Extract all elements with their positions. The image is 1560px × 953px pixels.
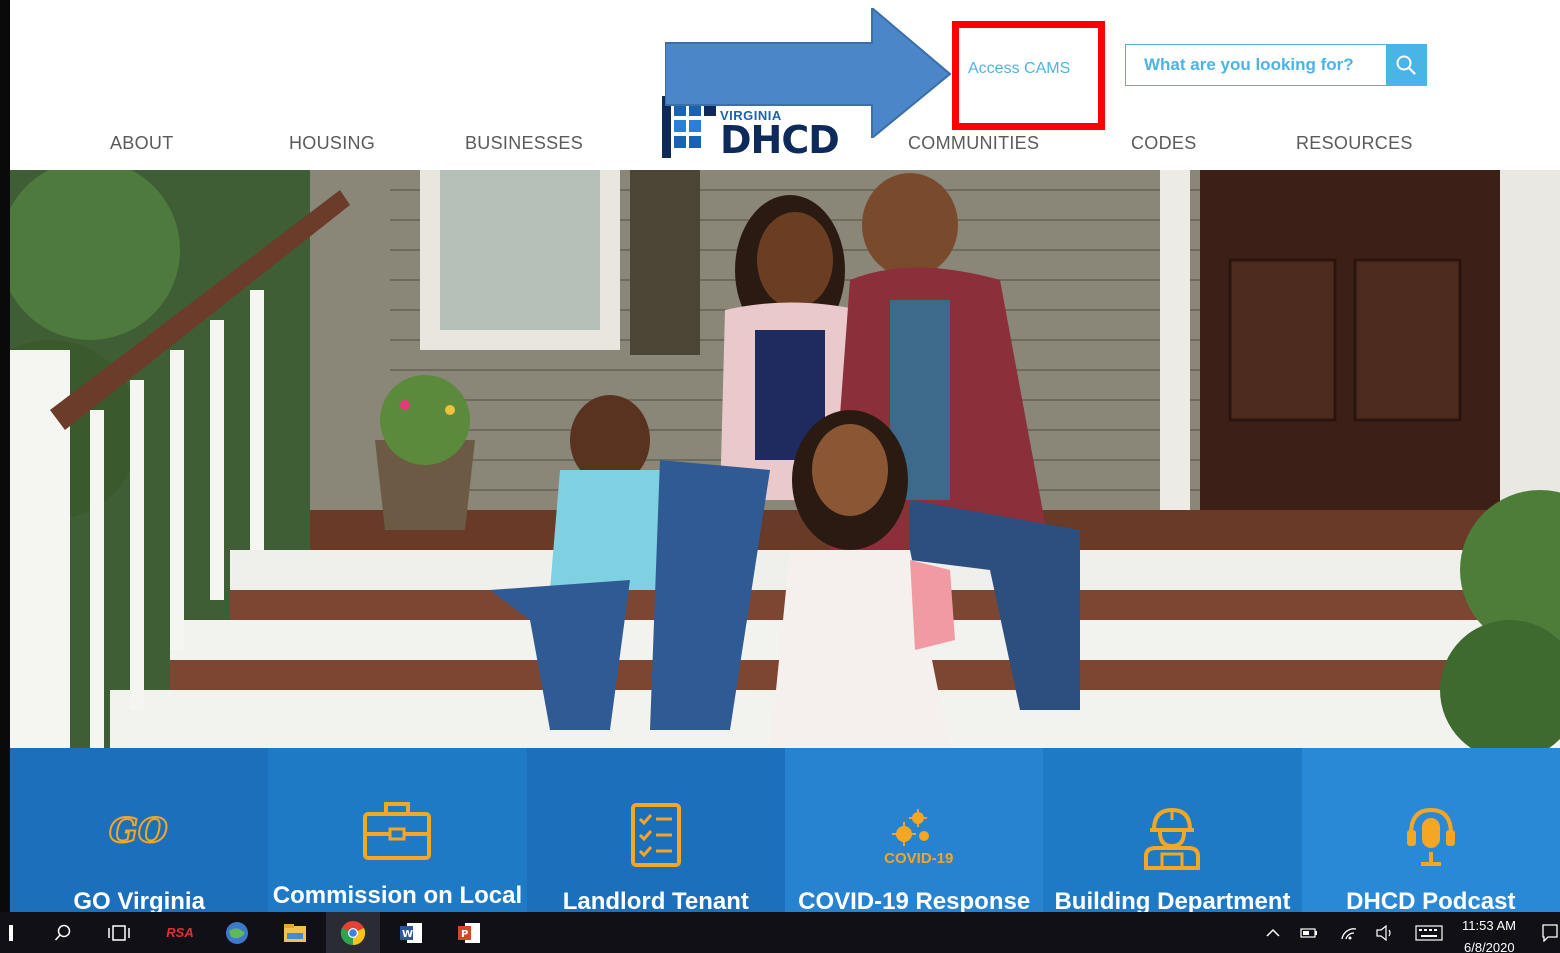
battery-icon[interactable] [1298, 912, 1320, 953]
tile-commission-on-local[interactable]: Commission on Local [268, 748, 527, 912]
search-icon[interactable] [48, 912, 78, 953]
tile-label: DHCD Podcast [1346, 888, 1516, 912]
network-app-icon[interactable] [222, 912, 252, 953]
tile-label: Commission on Local [272, 882, 523, 909]
svg-text:W: W [402, 929, 413, 940]
tile-label: Landlord Tenant [562, 888, 749, 912]
rsa-label: RSA [166, 925, 194, 940]
keyboard-icon[interactable] [1412, 912, 1446, 953]
tile-go-virginia[interactable]: GO GO Virginia [10, 748, 269, 912]
tile-covid-19-response[interactable]: COVID-19 COVID-19 Response [784, 748, 1044, 912]
word-icon[interactable]: W [396, 912, 426, 953]
tile-label: COVID-19 Response [798, 888, 1031, 912]
clock-date[interactable]: 6/8/2020 [1464, 940, 1515, 953]
show-hidden-icons-chevron-icon[interactable] [1262, 912, 1284, 953]
file-explorer-icon[interactable] [280, 912, 310, 953]
hero-illustration [10, 170, 1560, 750]
covid-icon-text: COVID-19 [884, 850, 954, 867]
tile-landlord-tenant[interactable]: Landlord Tenant [526, 748, 785, 912]
powerpoint-icon[interactable]: P [454, 912, 484, 953]
windows-taskbar: RSA W P 11:53 AM 6/8/2020 [0, 912, 1560, 953]
microphone-headset-icon [1405, 806, 1457, 875]
feature-tiles: GO GO Virginia Commission on Local Landl… [10, 748, 1560, 912]
wifi-icon[interactable] [1338, 912, 1360, 953]
tile-building-department[interactable]: Building Department [1043, 748, 1302, 912]
covid-19-icon: COVID-19 [874, 806, 954, 873]
nav-about[interactable]: ABOUT [110, 133, 174, 154]
tile-label: Building Department [1054, 888, 1291, 912]
left-edge-strip [0, 0, 10, 912]
task-view-icon[interactable] [104, 912, 134, 953]
chrome-icon[interactable] [326, 912, 380, 953]
checklist-icon [630, 802, 682, 873]
search-box [1125, 44, 1427, 86]
nav-housing[interactable]: HOUSING [289, 133, 375, 154]
nav-resources[interactable]: RESOURCES [1296, 133, 1413, 154]
start-edge[interactable] [8, 912, 14, 953]
tile-dhcd-podcast[interactable]: DHCD Podcast [1301, 748, 1560, 912]
hero-photo-family-on-porch [10, 170, 1560, 750]
briefcase-icon [362, 798, 432, 867]
browser-page: ABOUT HOUSING BUSINESSES COMMUNITIES COD… [10, 0, 1560, 912]
tile-label: GO Virginia [73, 888, 205, 912]
search-input[interactable] [1126, 45, 1386, 85]
svg-text:GO: GO [109, 811, 168, 850]
clock-time[interactable]: 11:53 AM [1462, 918, 1516, 933]
svg-text:P: P [461, 929, 468, 940]
nav-codes[interactable]: CODES [1131, 133, 1197, 154]
notifications-icon[interactable] [1540, 912, 1560, 953]
volume-icon[interactable] [1374, 912, 1396, 953]
search-button[interactable] [1386, 45, 1426, 85]
search-icon [1396, 55, 1416, 75]
annotation-arrow [665, 8, 952, 138]
go-virginia-logo-icon: GO [107, 810, 171, 855]
rsa-app-icon[interactable]: RSA [160, 912, 200, 953]
annotation-highlight-box [952, 21, 1105, 130]
nav-businesses[interactable]: BUSINESSES [465, 133, 583, 154]
worker-helmet-icon [1140, 804, 1204, 875]
